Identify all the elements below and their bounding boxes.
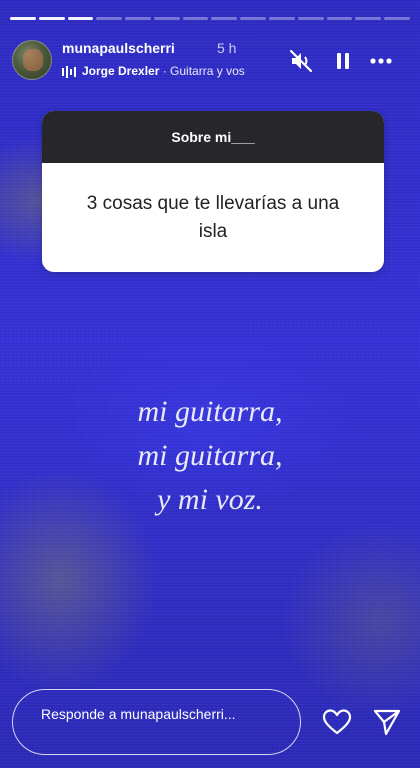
progress-segment bbox=[182, 17, 209, 20]
question-text: 3 cosas que te llevarías a una isla bbox=[86, 192, 340, 242]
speaker-muted-icon[interactable] bbox=[288, 48, 314, 74]
story-progress-bar bbox=[10, 17, 410, 20]
progress-segment bbox=[211, 17, 238, 20]
progress-segment bbox=[355, 17, 382, 20]
question-sticker-title: Sobre mi___ bbox=[42, 111, 384, 163]
music-artist: Jorge Drexler bbox=[82, 64, 160, 78]
progress-segment bbox=[10, 17, 36, 20]
pause-icon[interactable] bbox=[330, 48, 356, 74]
music-bars-icon bbox=[62, 65, 76, 78]
lyrics-line: mi guitarra, bbox=[137, 395, 283, 428]
story-viewer[interactable]: munapaulscherri 5 h Jorge Drexler · Guit… bbox=[0, 0, 420, 768]
progress-segment bbox=[67, 17, 94, 20]
story-header: munapaulscherri 5 h Jorge Drexler · Guit… bbox=[12, 38, 408, 84]
progress-segment bbox=[125, 17, 151, 20]
progress-segment bbox=[38, 17, 65, 20]
question-sticker[interactable]: Sobre mi___ 3 cosas que te llevarías a u… bbox=[42, 111, 384, 272]
music-attribution[interactable]: Jorge Drexler · Guitarra y vos bbox=[62, 64, 284, 80]
music-separator: · bbox=[159, 64, 171, 78]
send-icon[interactable] bbox=[372, 708, 402, 736]
progress-segment bbox=[153, 17, 180, 20]
avatar[interactable] bbox=[12, 40, 52, 80]
lyrics-line: y mi voz. bbox=[157, 483, 263, 516]
time-ago: 5 h bbox=[217, 40, 237, 56]
more-options-icon[interactable] bbox=[368, 48, 394, 74]
username[interactable]: munapaulscherri bbox=[62, 40, 175, 56]
progress-segment bbox=[384, 17, 410, 20]
lyrics-text: mi guitarra, mi guitarra, y mi voz. bbox=[0, 390, 420, 522]
lyrics-line: mi guitarra, bbox=[137, 439, 283, 472]
progress-segment bbox=[326, 17, 353, 20]
progress-segment bbox=[297, 17, 324, 20]
progress-segment bbox=[269, 17, 295, 20]
progress-segment bbox=[240, 17, 267, 20]
heart-icon[interactable] bbox=[322, 708, 352, 736]
music-song: Guitarra y vos bbox=[170, 64, 245, 78]
progress-segment bbox=[96, 17, 123, 20]
reply-input[interactable]: Responde a munapaulscherri... bbox=[12, 689, 301, 755]
